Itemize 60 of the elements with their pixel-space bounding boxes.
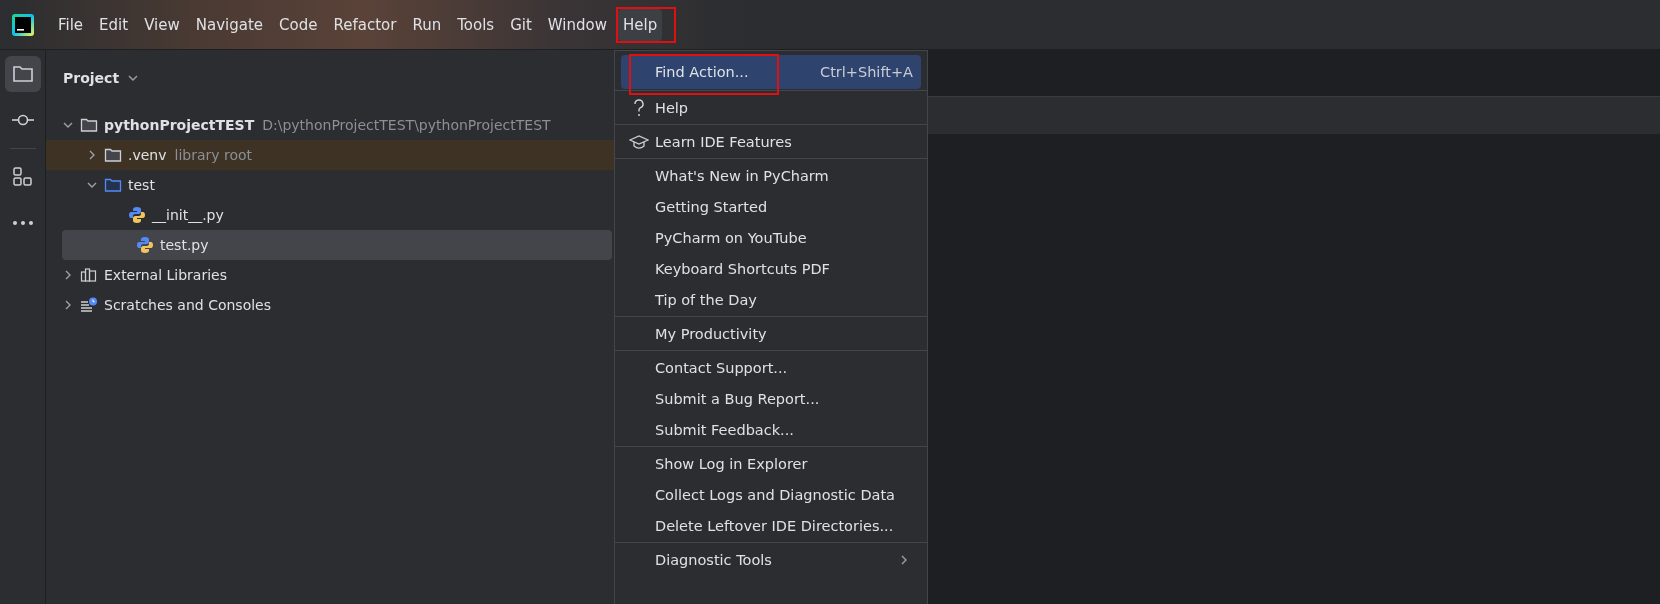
tree-item-label: __init__.py: [152, 207, 224, 223]
graduation-cap-icon: [629, 133, 649, 150]
project-tool-button[interactable]: [4, 56, 41, 92]
menu-item[interactable]: Submit a Bug Report...: [621, 383, 921, 414]
tree-item-label: External Libraries: [104, 267, 227, 283]
menu-bar-item[interactable]: Run: [407, 8, 447, 41]
menu-item[interactable]: Keyboard Shortcuts PDF: [621, 253, 921, 284]
menu-item[interactable]: Show Log in Explorer: [621, 448, 921, 479]
commit-icon: [10, 114, 35, 126]
menu-bar-item[interactable]: View: [139, 8, 185, 41]
menu-item[interactable]: Find Action... Ctrl+Shift+A: [621, 55, 921, 89]
menu-item[interactable]: Delete Leftover IDE Directories...: [621, 510, 921, 541]
folder-icon: [104, 147, 122, 163]
tree-item-label: test: [128, 177, 155, 193]
menu-item[interactable]: My Productivity: [621, 318, 921, 349]
tree-row[interactable]: test: [46, 170, 614, 200]
folder-icon: [104, 177, 122, 193]
menu-bar-item[interactable]: Refactor: [328, 8, 402, 41]
tree-row[interactable]: External Libraries: [46, 260, 614, 290]
question-mark-icon: [633, 98, 645, 117]
folder-icon: [11, 64, 34, 84]
menu-item[interactable]: Tip of the Day: [621, 284, 921, 315]
menu-bar-item[interactable]: Code: [274, 8, 323, 41]
tree-row[interactable]: .venv library root: [46, 140, 614, 170]
python-file-icon: [128, 206, 146, 224]
menu-item[interactable]: PyCharm on YouTube: [621, 222, 921, 253]
tree-item-label: pythonProjectTEST: [104, 117, 255, 133]
structure-icon: [11, 166, 34, 188]
menu-item[interactable]: Contact Support...: [621, 352, 921, 383]
tree-item-hint: library root: [174, 147, 253, 163]
tree-item-label: test.py: [160, 237, 209, 253]
menu-item[interactable]: Learn IDE Features: [621, 126, 921, 157]
menu-bar-item[interactable]: Window: [542, 8, 612, 41]
scratches-icon: [80, 297, 98, 313]
chevron-down-icon[interactable]: [127, 73, 140, 82]
menu-item[interactable]: Help: [621, 92, 921, 123]
menu-item[interactable]: Collect Logs and Diagnostic Data: [621, 479, 921, 510]
libraries-icon: [80, 267, 98, 283]
tree-row[interactable]: Scratches and Consoles: [46, 290, 614, 320]
python-file-icon: [136, 236, 154, 254]
panel-title[interactable]: Project: [63, 69, 120, 86]
menu-bar-item[interactable]: Tools: [452, 8, 500, 41]
tree-item-label: Scratches and Consoles: [104, 297, 271, 313]
tree-row[interactable]: pythonProjectTEST D:\pythonProjectTEST\pythonProjectTEST: [46, 110, 614, 140]
menu-bar-item[interactable]: File: [53, 8, 89, 41]
tree-item-hint: D:\pythonProjectTEST\pythonProjectTEST: [262, 117, 551, 133]
tree-item-label: .venv: [128, 147, 167, 163]
menu-bar-item[interactable]: Edit: [94, 8, 134, 41]
menu-item[interactable]: Diagnostic Tools: [621, 544, 921, 575]
app-logo-icon[interactable]: [12, 13, 34, 36]
tree-row[interactable]: __init__.py: [46, 200, 614, 230]
menu-bar-item[interactable]: Git: [505, 8, 537, 41]
menu-item[interactable]: What's New in PyCharm: [621, 160, 921, 191]
chevron-right-icon: [899, 553, 909, 566]
menu-bar-item[interactable]: Navigate: [190, 8, 269, 41]
tree-row[interactable]: test.py: [62, 230, 612, 260]
folder-icon: [80, 117, 98, 133]
more-icon: [11, 220, 34, 226]
menu-item[interactable]: Submit Feedback...: [621, 414, 921, 445]
menu-item[interactable]: Getting Started: [621, 191, 921, 222]
